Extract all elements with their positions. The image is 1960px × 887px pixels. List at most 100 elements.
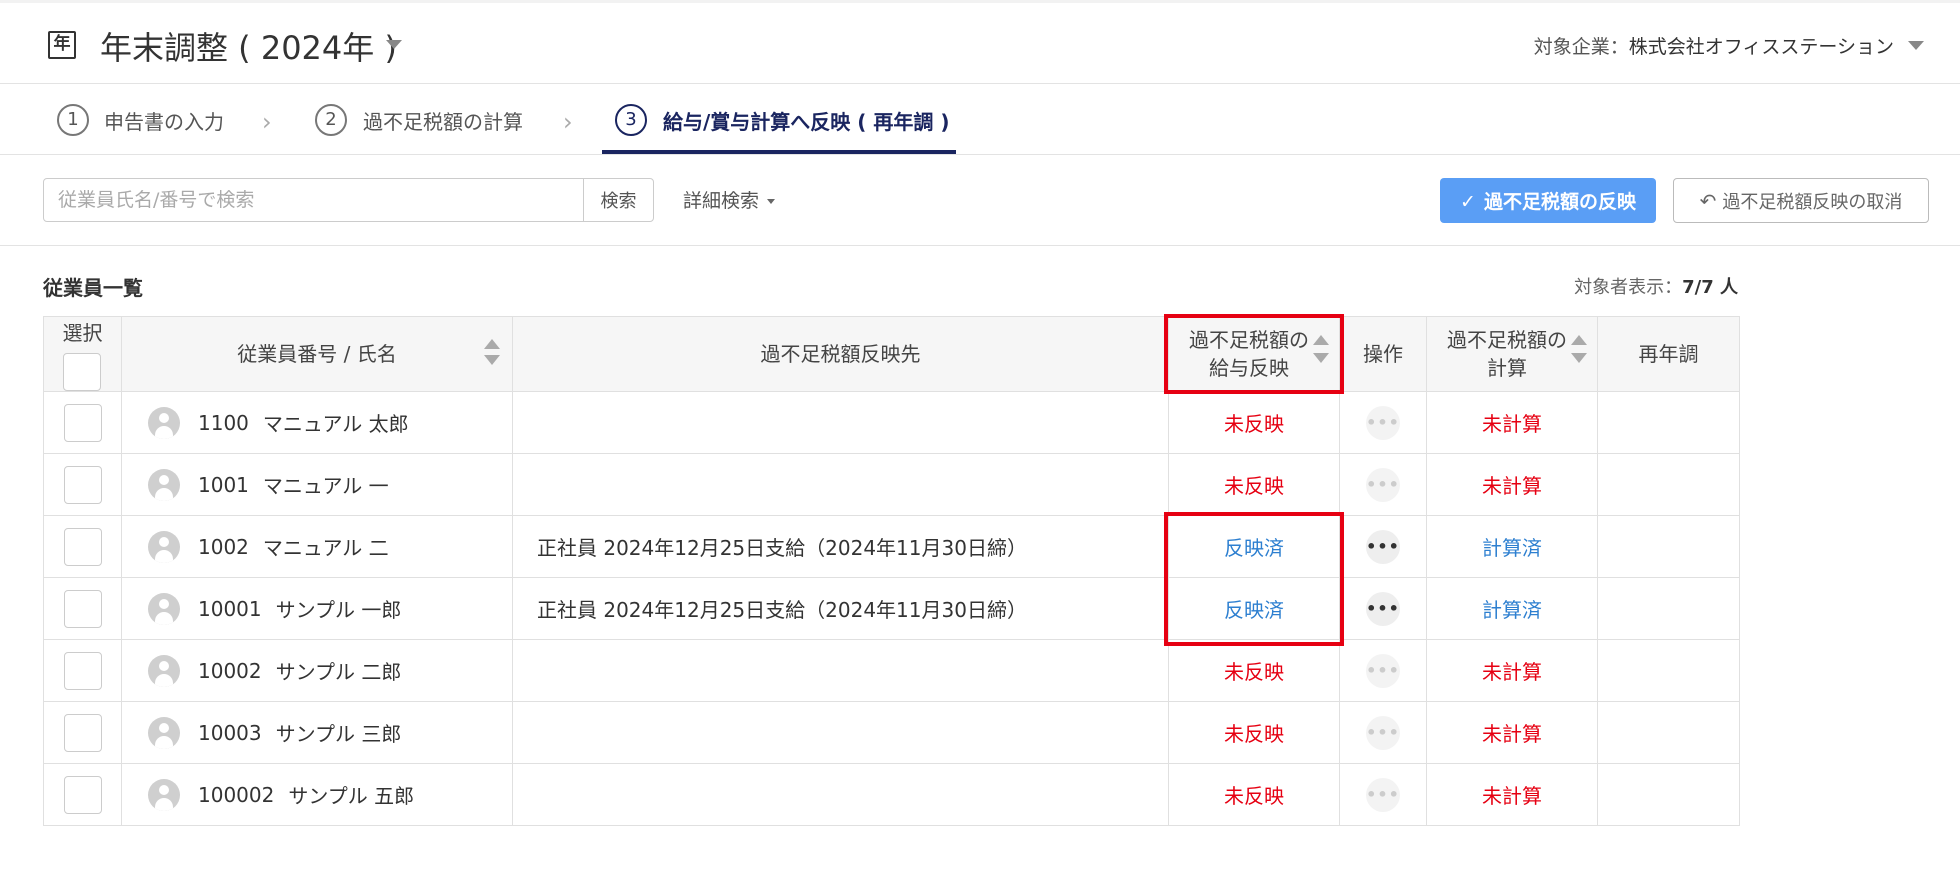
more-actions-icon[interactable]: ••• <box>1366 467 1400 502</box>
company-selector[interactable]: 対象企業：株式会社オフィスステーション <box>1534 32 1894 59</box>
target-count-label: 対象者表示： <box>1574 277 1683 298</box>
row-checkbox[interactable] <box>63 403 102 442</box>
table-row[interactable]: 10001 サンプル 一郎 正社員 2024年12月25日支給（2024年11月3… <box>43 577 1740 640</box>
cancel-reflect-button[interactable]: ↶ 過不足税額反映の取消 <box>1673 178 1929 223</box>
page-title[interactable]: 年末調整 ( 2024年 ) <box>100 23 397 69</box>
employee-number: 100002 <box>198 782 275 807</box>
column-header-calc[interactable]: 過不足税額の 計算 <box>1426 316 1598 392</box>
row-checkbox[interactable] <box>63 713 102 752</box>
table-row[interactable]: 1001 マニュアル 一 未反映 ••• 未計算 <box>43 453 1740 516</box>
destination-cell <box>512 453 1169 516</box>
calc-status: 未計算 <box>1426 639 1598 702</box>
reflect-status: 未反映 <box>1168 701 1340 764</box>
sort-icon[interactable] <box>1571 335 1587 365</box>
column-header-reflect[interactable]: 過不足税額の 給与反映 <box>1168 316 1340 392</box>
table-row[interactable]: 10003 サンプル 三郎 未反映 ••• 未計算 <box>43 701 1740 764</box>
column-label-readjust: 再年調 <box>1638 342 1699 366</box>
undo-arrow-icon: ↶ <box>1699 188 1717 213</box>
row-checkbox[interactable] <box>63 775 102 814</box>
more-actions-icon[interactable]: ••• <box>1366 405 1400 440</box>
cancel-reflect-label: 過不足税額反映の取消 <box>1722 191 1903 213</box>
select-all-checkbox[interactable] <box>63 353 101 391</box>
employee-name: マニュアル 一 <box>262 474 389 498</box>
reflect-status: 未反映 <box>1168 639 1340 702</box>
employee-cell: 100002 サンプル 五郎 <box>121 763 513 826</box>
reflect-tax-button[interactable]: ✓ 過不足税額の反映 <box>1440 178 1656 223</box>
calc-status: 未計算 <box>1426 701 1598 764</box>
more-actions-icon[interactable]: ••• <box>1366 529 1400 564</box>
caret-down-icon <box>767 199 776 204</box>
step-number-circle: 2 <box>315 104 347 136</box>
select-cell <box>43 391 122 454</box>
select-cell <box>43 515 122 578</box>
table-row[interactable]: 100002 サンプル 五郎 未反映 ••• 未計算 <box>43 763 1740 826</box>
column-label-select: 選択 <box>62 321 103 345</box>
employee-number: 10001 <box>198 596 262 621</box>
operation-cell: ••• <box>1339 701 1427 764</box>
table-header-row: 選択 従業員番号 / 氏名 過不足税額反映先 過不足税額の 給与反映 操作 過不… <box>43 316 1740 392</box>
row-checkbox[interactable] <box>63 527 102 566</box>
employee-cell: 10002 サンプル 二郎 <box>121 639 513 702</box>
column-label-employee: 従業員番号 / 氏名 <box>237 342 397 366</box>
employee-name: マニュアル 太郎 <box>262 412 409 436</box>
search-button[interactable]: 検索 <box>583 178 654 222</box>
employee-number: 1002 <box>198 534 249 559</box>
more-actions-icon[interactable]: ••• <box>1366 591 1400 626</box>
calc-status: 未計算 <box>1426 391 1598 454</box>
employee-name: サンプル 一郎 <box>275 598 402 622</box>
select-cell <box>43 453 122 516</box>
more-actions-icon[interactable]: ••• <box>1366 777 1400 812</box>
active-step-indicator <box>602 150 956 154</box>
table-row[interactable]: 1002 マニュアル 二 正社員 2024年12月25日支給（2024年11月30… <box>43 515 1740 578</box>
calc-status: 未計算 <box>1426 453 1598 516</box>
step-number-circle: 3 <box>615 104 647 136</box>
column-header-employee[interactable]: 従業員番号 / 氏名 <box>121 316 513 392</box>
advanced-search-label: 詳細検索 <box>683 190 760 212</box>
avatar-icon <box>148 778 180 811</box>
target-count: 対象者表示：7/7 人 <box>1574 273 1738 299</box>
more-actions-icon[interactable]: ••• <box>1366 715 1400 750</box>
destination-cell <box>512 701 1169 764</box>
employee-number: 10002 <box>198 658 262 683</box>
target-count-value: 7/7 人 <box>1682 277 1738 298</box>
employee-cell: 10003 サンプル 三郎 <box>121 701 513 764</box>
readjust-cell <box>1597 391 1740 454</box>
step-navigation: 1 申告書の入力 › 2 過不足税額の計算 › 3 給与/賞与計算へ反映 ( 再… <box>0 84 1960 155</box>
table-row[interactable]: 10002 サンプル 二郎 未反映 ••• 未計算 <box>43 639 1740 702</box>
step-label: 過不足税額の計算 <box>363 110 523 134</box>
app-header: 年 年末調整 ( 2024年 ) 対象企業：株式会社オフィスステーション <box>0 0 1960 84</box>
operation-cell: ••• <box>1339 763 1427 826</box>
more-actions-icon[interactable]: ••• <box>1366 653 1400 688</box>
reflect-status: 反映済 <box>1168 515 1340 578</box>
sort-icon[interactable] <box>484 339 500 369</box>
row-checkbox[interactable] <box>63 651 102 690</box>
row-checkbox[interactable] <box>63 589 102 628</box>
employee-name: サンプル 二郎 <box>275 660 402 684</box>
advanced-search-toggle[interactable]: 詳細検索 <box>683 186 776 213</box>
destination-cell: 正社員 2024年12月25日支給（2024年11月30日締） <box>512 577 1169 640</box>
employee-cell: 1001 マニュアル 一 <box>121 453 513 516</box>
search-input[interactable] <box>43 178 584 222</box>
column-header-destination: 過不足税額反映先 <box>512 316 1169 392</box>
chevron-down-icon[interactable] <box>386 40 402 49</box>
readjust-cell <box>1597 577 1740 640</box>
operation-cell: ••• <box>1339 639 1427 702</box>
operation-cell: ••• <box>1339 453 1427 516</box>
readjust-cell <box>1597 639 1740 702</box>
reflect-status: 未反映 <box>1168 453 1340 516</box>
toolbar: 検索 詳細検索 ✓ 過不足税額の反映 ↶過不足税額反映の取消 <box>0 156 1960 246</box>
chevron-down-icon[interactable] <box>1908 41 1924 50</box>
calc-status: 計算済 <box>1426 515 1598 578</box>
row-checkbox[interactable] <box>63 465 102 504</box>
chevron-right-icon: › <box>262 108 272 136</box>
sort-icon[interactable] <box>1313 335 1329 365</box>
destination-cell <box>512 639 1169 702</box>
step-label: 申告書の入力 <box>104 110 224 134</box>
table-row[interactable]: 1100 マニュアル 太郎 未反映 ••• 未計算 <box>43 391 1740 454</box>
employee-table: 選択 従業員番号 / 氏名 過不足税額反映先 過不足税額の 給与反映 操作 過不… <box>43 316 1740 826</box>
operation-cell: ••• <box>1339 577 1427 640</box>
employee-name: サンプル 五郎 <box>288 784 415 808</box>
calc-status: 計算済 <box>1426 577 1598 640</box>
check-icon: ✓ <box>1460 191 1476 213</box>
section-title: 従業員一覧 <box>43 276 143 300</box>
